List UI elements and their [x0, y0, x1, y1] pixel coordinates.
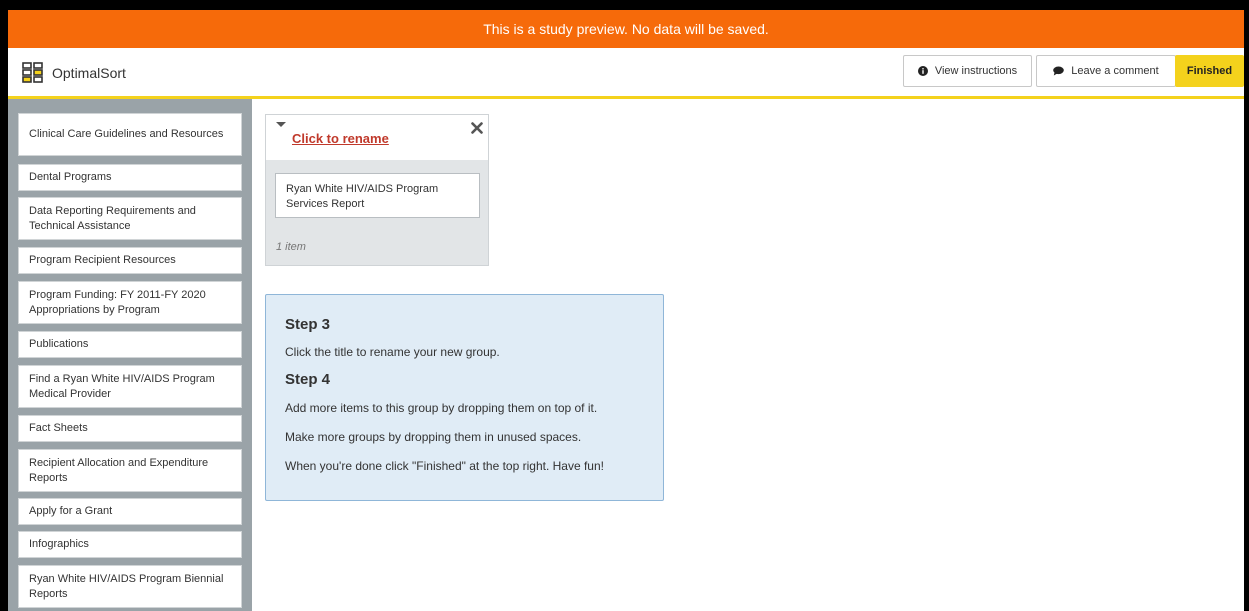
step4-text-line: Make more groups by dropping them in unu… — [285, 430, 582, 444]
card-item[interactable]: Apply for a Grant — [18, 498, 242, 525]
screen-frame-right — [1244, 0, 1249, 611]
brand: OptimalSort — [22, 62, 126, 84]
card-list-sidebar[interactable]: Clinical Care Guidelines and Resources D… — [8, 99, 252, 611]
optimalsort-logo-icon — [22, 62, 43, 83]
leave-comment-label: Leave a comment — [1071, 65, 1159, 77]
collapse-caret-icon[interactable] — [276, 122, 286, 127]
screen-frame-top — [0, 0, 1249, 10]
view-instructions-button[interactable]: View instructions — [903, 55, 1032, 87]
card-item[interactable]: Infographics — [18, 531, 242, 558]
card-group[interactable]: Click to rename Ryan White HIV/AIDS Prog… — [265, 114, 489, 266]
preview-banner: This is a study preview. No data will be… — [8, 10, 1244, 48]
view-instructions-label: View instructions — [934, 65, 1018, 77]
group-header: Click to rename — [266, 115, 488, 160]
close-icon[interactable] — [471, 122, 483, 134]
card-item[interactable]: Program Recipient Resources — [18, 247, 242, 274]
card-item[interactable]: Data Reporting Requirements and Technica… — [18, 197, 242, 240]
card-item[interactable]: Find a Ryan White HIV/AIDS Program Medic… — [18, 365, 242, 408]
finished-button[interactable]: Finished — [1175, 55, 1244, 87]
leave-comment-button[interactable]: Leave a comment — [1036, 55, 1176, 87]
step3-heading: Step 3 — [285, 316, 331, 333]
preview-banner-text: This is a study preview. No data will be… — [483, 21, 769, 37]
screen-frame-left — [0, 0, 8, 611]
card-item[interactable]: Ryan White HIV/AIDS Program Biennial Rep… — [18, 565, 242, 608]
card-item[interactable]: Clinical Care Guidelines and Resources — [18, 113, 242, 156]
step4-text-line: Add more items to this group by dropping… — [285, 401, 598, 415]
speech-bubble-icon — [1053, 66, 1065, 76]
card-item[interactable]: Program Funding: FY 2011-FY 2020 Appropr… — [18, 281, 242, 324]
app-header: OptimalSort View instructions Leave a co… — [8, 48, 1244, 99]
group-card-item[interactable]: Ryan White HIV/AIDS Program Services Rep… — [275, 173, 480, 218]
card-item[interactable]: Publications — [18, 331, 242, 358]
info-icon — [917, 66, 928, 76]
step4-text-line: When you're done click "Finished" at the… — [285, 459, 604, 473]
step3-text: Click the title to rename your new group… — [285, 345, 500, 359]
group-item-count: 1 item — [276, 241, 306, 253]
group-title-rename-link[interactable]: Click to rename — [292, 131, 389, 146]
card-item[interactable]: Recipient Allocation and Expenditure Rep… — [18, 449, 242, 492]
card-item[interactable]: Fact Sheets — [18, 415, 242, 442]
instructions-tip-panel: Step 3 Click the title to rename your ne… — [265, 294, 664, 501]
app-name: OptimalSort — [52, 65, 126, 81]
card-item[interactable]: Dental Programs — [18, 164, 242, 191]
step4-heading: Step 4 — [285, 371, 331, 388]
